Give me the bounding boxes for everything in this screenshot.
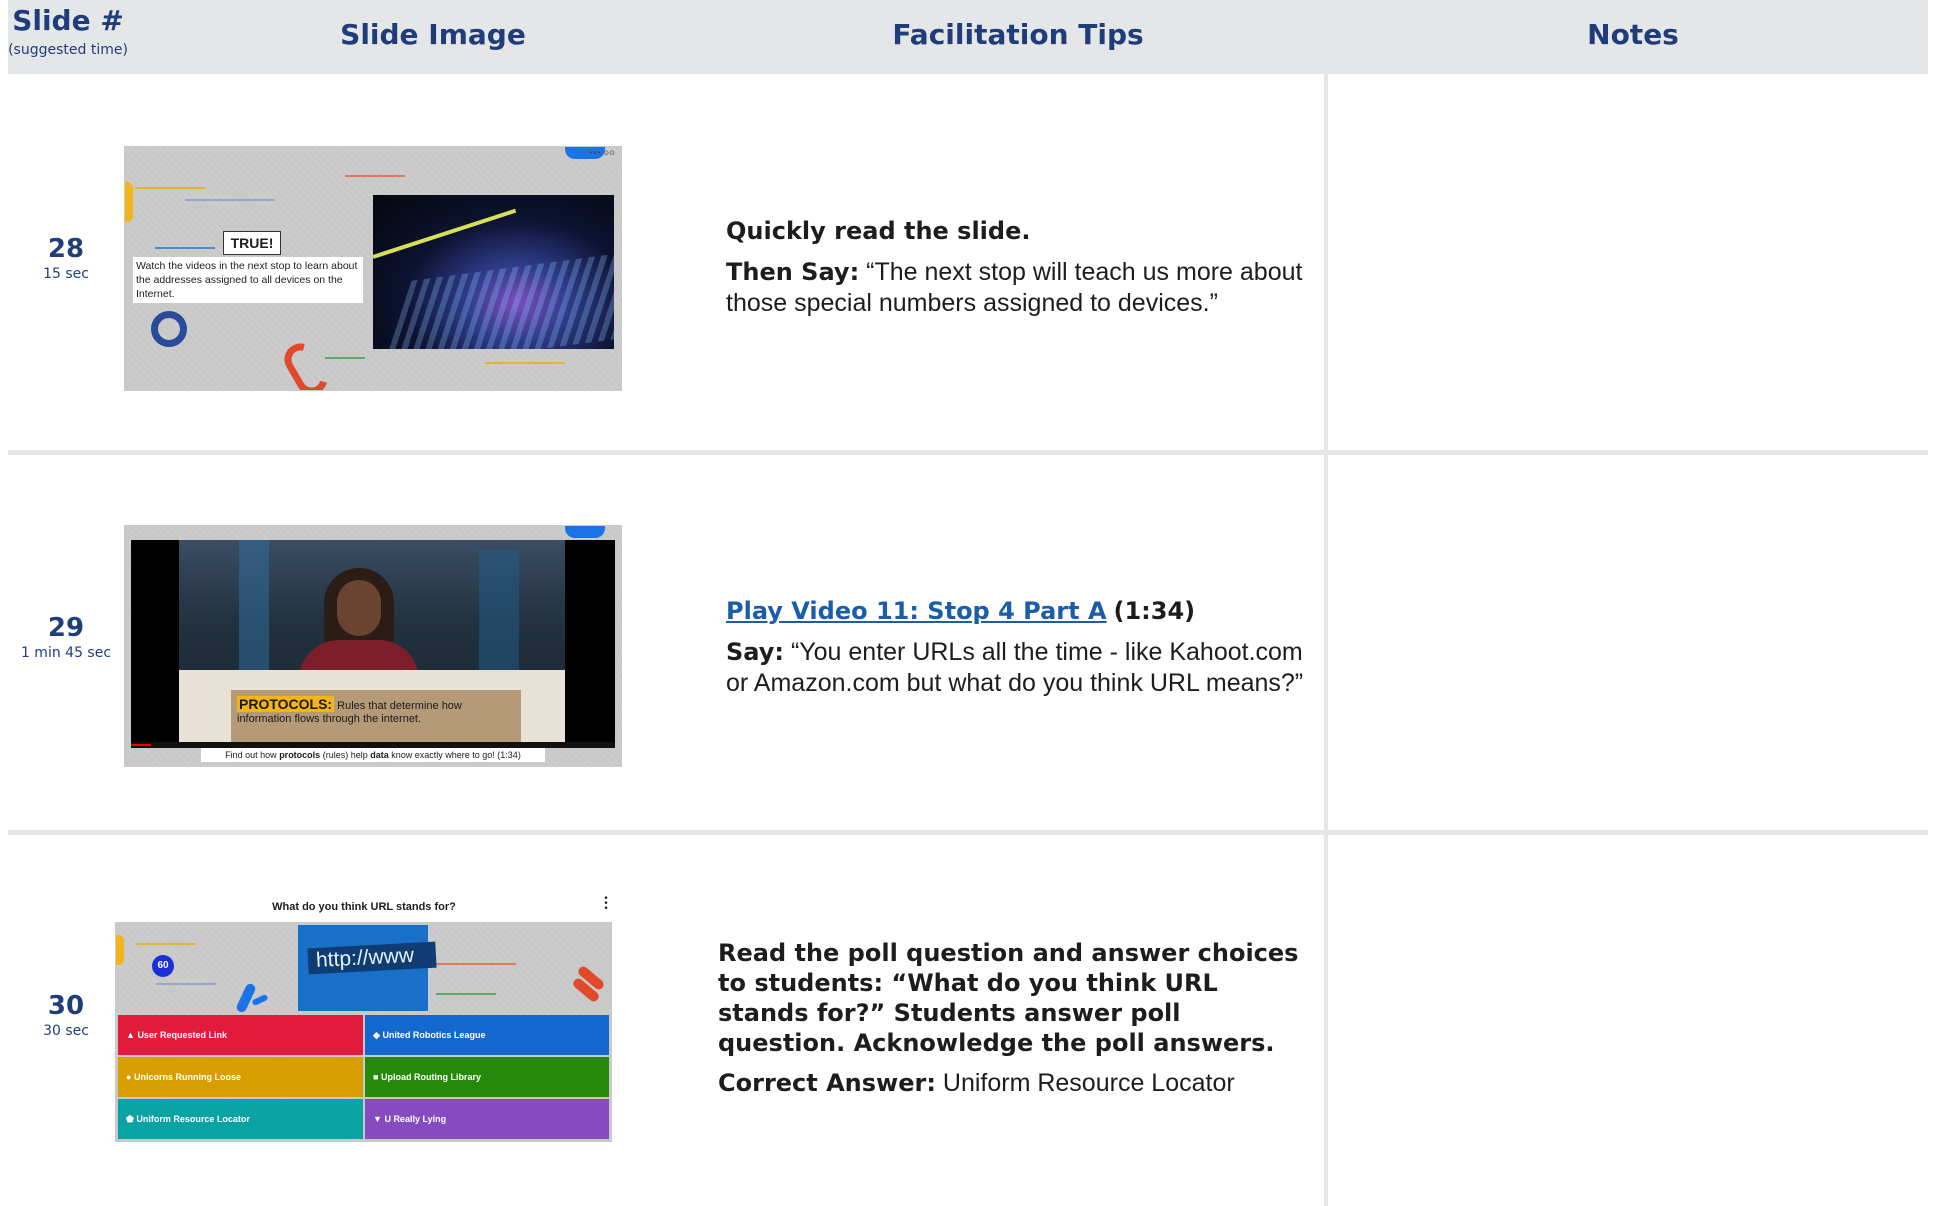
slide-column-header: Slide # (suggested time)	[8, 0, 128, 74]
down-triangle-icon: ▼	[373, 1114, 382, 1124]
row-divider	[8, 830, 1928, 835]
more-options-icon[interactable]: • • •	[602, 895, 610, 914]
tip-label: Then Say:	[726, 258, 860, 286]
diamond-icon: ◆	[373, 1030, 380, 1040]
image-column-header: Slide Image	[340, 18, 526, 51]
facilitation-tips-28: Quickly read the slide. Then Say: “The n…	[726, 216, 1306, 329]
url-image-text: http://www	[307, 941, 437, 975]
protocols-definition: PROTOCOLS: Rules that determine how info…	[237, 696, 517, 726]
notes-column-header: Notes	[1587, 18, 1679, 51]
poll-option-label: User Requested Link	[137, 1030, 227, 1040]
protocols-term: PROTOCOLS:	[237, 696, 335, 712]
poll-option[interactable]: ⬟ Uniform Resource Locator	[118, 1099, 363, 1139]
circle-icon: ●	[126, 1072, 132, 1082]
play-video-link[interactable]: Play Video 11: Stop 4 Part A	[726, 597, 1107, 625]
tip-text: Uniform Resource Locator	[942, 1069, 1235, 1097]
keyboard-photo	[373, 195, 614, 349]
suggested-time: 30 sec	[43, 1023, 89, 1039]
poll-option-label: Uniform Resource Locator	[136, 1114, 250, 1124]
video-player[interactable]: PROTOCOLS: Rules that determine how info…	[131, 540, 615, 748]
slide-number: 28	[47, 234, 85, 264]
facilitation-tips-30: Read the poll question and answer choice…	[718, 938, 1308, 1109]
tips-column-header: Facilitation Tips	[892, 18, 1144, 51]
table-header: Slide # (suggested time) Slide Image Fac…	[8, 0, 1928, 74]
caption-text: know exactly where to go! (1:34)	[388, 750, 521, 760]
poll-option[interactable]: ■ Upload Routing Library	[365, 1057, 609, 1097]
slide-number: 30	[47, 991, 85, 1021]
poll-option-label: Unicorns Running Loose	[133, 1072, 241, 1082]
poll-option[interactable]: ▼ U Really Lying	[365, 1099, 609, 1139]
slide-column-subtitle: (suggested time)	[8, 42, 128, 58]
poll-question-bar: What do you think URL stands for? • • •	[116, 895, 612, 921]
tip-heading: Quickly read the slide.	[726, 217, 1031, 245]
slide-thumbnail-30: 60 http://www ▲ User Requested Link ◆ Un…	[115, 922, 612, 1142]
poll-option[interactable]: ◆ United Robotics League	[365, 1015, 609, 1055]
suggested-time: 1 min 45 sec	[20, 645, 112, 661]
slide-thumbnail-29: PROTOCOLS: Rules that determine how info…	[124, 525, 622, 767]
facilitation-tips-29: Play Video 11: Stop 4 Part A (1:34) Say:…	[726, 596, 1316, 709]
video-duration: (1:34)	[1113, 597, 1196, 625]
slide-number-30: 30 30 sec	[8, 991, 124, 1039]
column-divider	[1324, 74, 1328, 1206]
poll-option-label: Upload Routing Library	[380, 1072, 481, 1082]
triangle-icon: ▲	[126, 1030, 135, 1040]
tip-heading: Read the poll question and answer choice…	[718, 939, 1299, 1057]
caption-text: (rules) help	[320, 750, 371, 760]
tip-text: “You enter URLs all the time - like Kaho…	[726, 638, 1304, 697]
true-badge: TRUE!	[223, 231, 281, 255]
row-divider	[8, 450, 1928, 455]
poll-option-label: United Robotics League	[382, 1030, 486, 1040]
poll-question: What do you think URL stands for?	[272, 901, 456, 913]
suggested-time: 15 sec	[43, 266, 89, 282]
slide-number-28: 28 15 sec	[8, 234, 124, 282]
tip-label: Correct Answer:	[718, 1069, 936, 1097]
pentagon-icon: ⬟	[126, 1114, 134, 1124]
square-icon: ■	[373, 1072, 379, 1082]
slide-thumbnail-28: TRUE! Watch the videos in the next stop …	[124, 146, 622, 391]
slide-column-title: Slide #	[12, 4, 124, 37]
poll-timer: 60	[152, 955, 174, 977]
poll-option-label: U Really Lying	[384, 1114, 447, 1124]
caption-text: Find out how	[225, 750, 280, 760]
poll-option[interactable]: ● Unicorns Running Loose	[118, 1057, 363, 1097]
tip-label: Say:	[726, 638, 784, 666]
caption-bold: protocols	[279, 750, 321, 760]
slide-number-29: 29 1 min 45 sec	[8, 613, 124, 661]
video-caption: Find out how protocols (rules) help data…	[201, 748, 545, 762]
poll-option[interactable]: ▲ User Requested Link	[118, 1015, 363, 1055]
slide-caption: Watch the videos in the next stop to lea…	[133, 257, 363, 303]
caption-bold: data	[370, 750, 389, 760]
slide-number: 29	[47, 613, 85, 643]
